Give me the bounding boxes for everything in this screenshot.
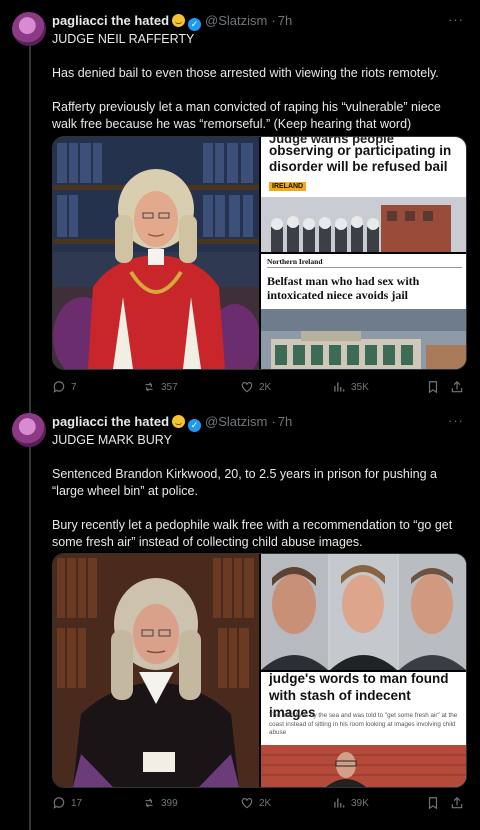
riot-police-photo — [261, 197, 466, 252]
view-count: 35K — [351, 381, 369, 393]
heart-icon — [241, 382, 253, 393]
verified-badge-icon: ✓ — [188, 18, 202, 31]
views-chart-icon — [334, 798, 345, 808]
article-subtext: The man lives by the sea and was told to… — [269, 712, 458, 736]
view-count: 39K — [351, 797, 369, 809]
tweet-text-line: JUDGE NEIL RAFFERTY — [52, 32, 195, 46]
tweet-text-line: JUDGE MARK BURY — [52, 433, 172, 447]
share-icon — [451, 380, 463, 393]
share-icon — [451, 796, 463, 809]
repost-count: 357 — [161, 381, 178, 393]
more-options-icon[interactable]: ··· — [448, 413, 464, 428]
headline-bail: observing or participating in disorder w… — [269, 143, 452, 174]
tweet-header: pagliacci the hated ✓ @Slatzism · 7h — [52, 414, 292, 432]
author-handle[interactable]: @Slatzism — [205, 414, 267, 429]
bookmark-icon — [428, 797, 438, 810]
views-button[interactable]: 39K — [332, 796, 369, 810]
tweet-header: pagliacci the hated ✓ @Slatzism · 7h — [52, 13, 292, 31]
reply-icon — [53, 797, 65, 809]
tweet-text-line: Sentenced Brandon Kirkwood, 20, to 2.5 y… — [52, 467, 437, 498]
tweet-actions: 17 399 2K 39K — [52, 796, 468, 814]
reply-count: 7 — [71, 381, 77, 393]
courthouse-photo — [261, 309, 466, 369]
tweet-actions: 7 357 2K 35K — [52, 380, 468, 398]
timestamp[interactable]: 7h — [278, 13, 292, 28]
views-chart-icon — [334, 382, 345, 392]
repost-button[interactable]: 357 — [142, 380, 178, 394]
ireland-tag: IRELAND — [269, 182, 307, 191]
judge-portrait-image[interactable] — [53, 137, 259, 369]
like-count: 2K — [259, 381, 272, 393]
bookmark-icon — [428, 381, 438, 394]
avatar[interactable] — [12, 413, 46, 447]
repost-icon — [145, 798, 153, 808]
share-button[interactable] — [450, 380, 464, 394]
news-clipping-belfast-image[interactable]: Northern Ireland Belfast man who had sex… — [261, 254, 466, 369]
tweet-text-line: Rafferty previously let a man convicted … — [52, 100, 441, 131]
judge-portrait-image[interactable] — [53, 554, 259, 787]
reply-button[interactable]: 17 — [52, 796, 82, 810]
heart-icon — [241, 798, 253, 809]
more-options-icon[interactable]: ··· — [448, 12, 464, 27]
dot-separator: · — [271, 414, 276, 429]
tweet-text: JUDGE NEIL RAFFERTY Has denied bail to e… — [52, 31, 468, 133]
repost-button[interactable]: 399 — [142, 796, 178, 810]
brick-wall-photo — [261, 745, 466, 787]
bookmark-button[interactable] — [426, 796, 440, 810]
reply-icon — [53, 381, 65, 393]
section-label: Northern Ireland — [267, 257, 323, 266]
section-divider — [267, 267, 462, 268]
news-clipping-bail-image[interactable]: Judge warns people observing or particip… — [261, 137, 466, 252]
judge-portrait-illustration — [53, 137, 259, 369]
news-clipping-images-image[interactable]: judge's words to man found with stash of… — [261, 672, 466, 787]
timestamp[interactable]: 7h — [278, 414, 292, 429]
author-handle[interactable]: @Slatzism — [205, 13, 267, 28]
repost-icon — [145, 382, 153, 392]
verified-badge-icon: ✓ — [188, 419, 202, 432]
author-name[interactable]: pagliacci the hated — [52, 13, 169, 28]
like-button[interactable]: 2K — [240, 380, 271, 394]
reply-count: 17 — [71, 797, 83, 809]
tweet-media-grid[interactable]: Judge warns people observing or particip… — [52, 136, 467, 370]
views-button[interactable]: 35K — [332, 380, 369, 394]
share-button[interactable] — [450, 796, 464, 810]
bookmark-button[interactable] — [426, 380, 440, 394]
smiley-emoji-icon — [172, 14, 186, 27]
mugshots-image[interactable] — [261, 554, 466, 670]
reply-button[interactable]: 7 — [52, 380, 77, 394]
judge-portrait-illustration — [53, 554, 259, 787]
smiley-emoji-icon — [172, 415, 186, 428]
like-button[interactable]: 2K — [240, 796, 271, 810]
like-count: 2K — [259, 797, 272, 809]
headline-belfast: Belfast man who had sex with intoxicated… — [267, 274, 420, 302]
avatar[interactable] — [12, 12, 46, 46]
tweet-text: JUDGE MARK BURY Sentenced Brandon Kirkwo… — [52, 432, 468, 551]
author-name[interactable]: pagliacci the hated — [52, 414, 169, 429]
tweet-text-line: Has denied bail to even those arrested w… — [52, 66, 439, 80]
tweet-media-grid[interactable]: judge's words to man found with stash of… — [52, 553, 467, 788]
repost-count: 399 — [161, 797, 178, 809]
dot-separator: · — [271, 13, 276, 28]
tweet-text-line: Bury recently let a pedophile walk free … — [52, 518, 453, 549]
mugshots-photo — [261, 554, 466, 670]
